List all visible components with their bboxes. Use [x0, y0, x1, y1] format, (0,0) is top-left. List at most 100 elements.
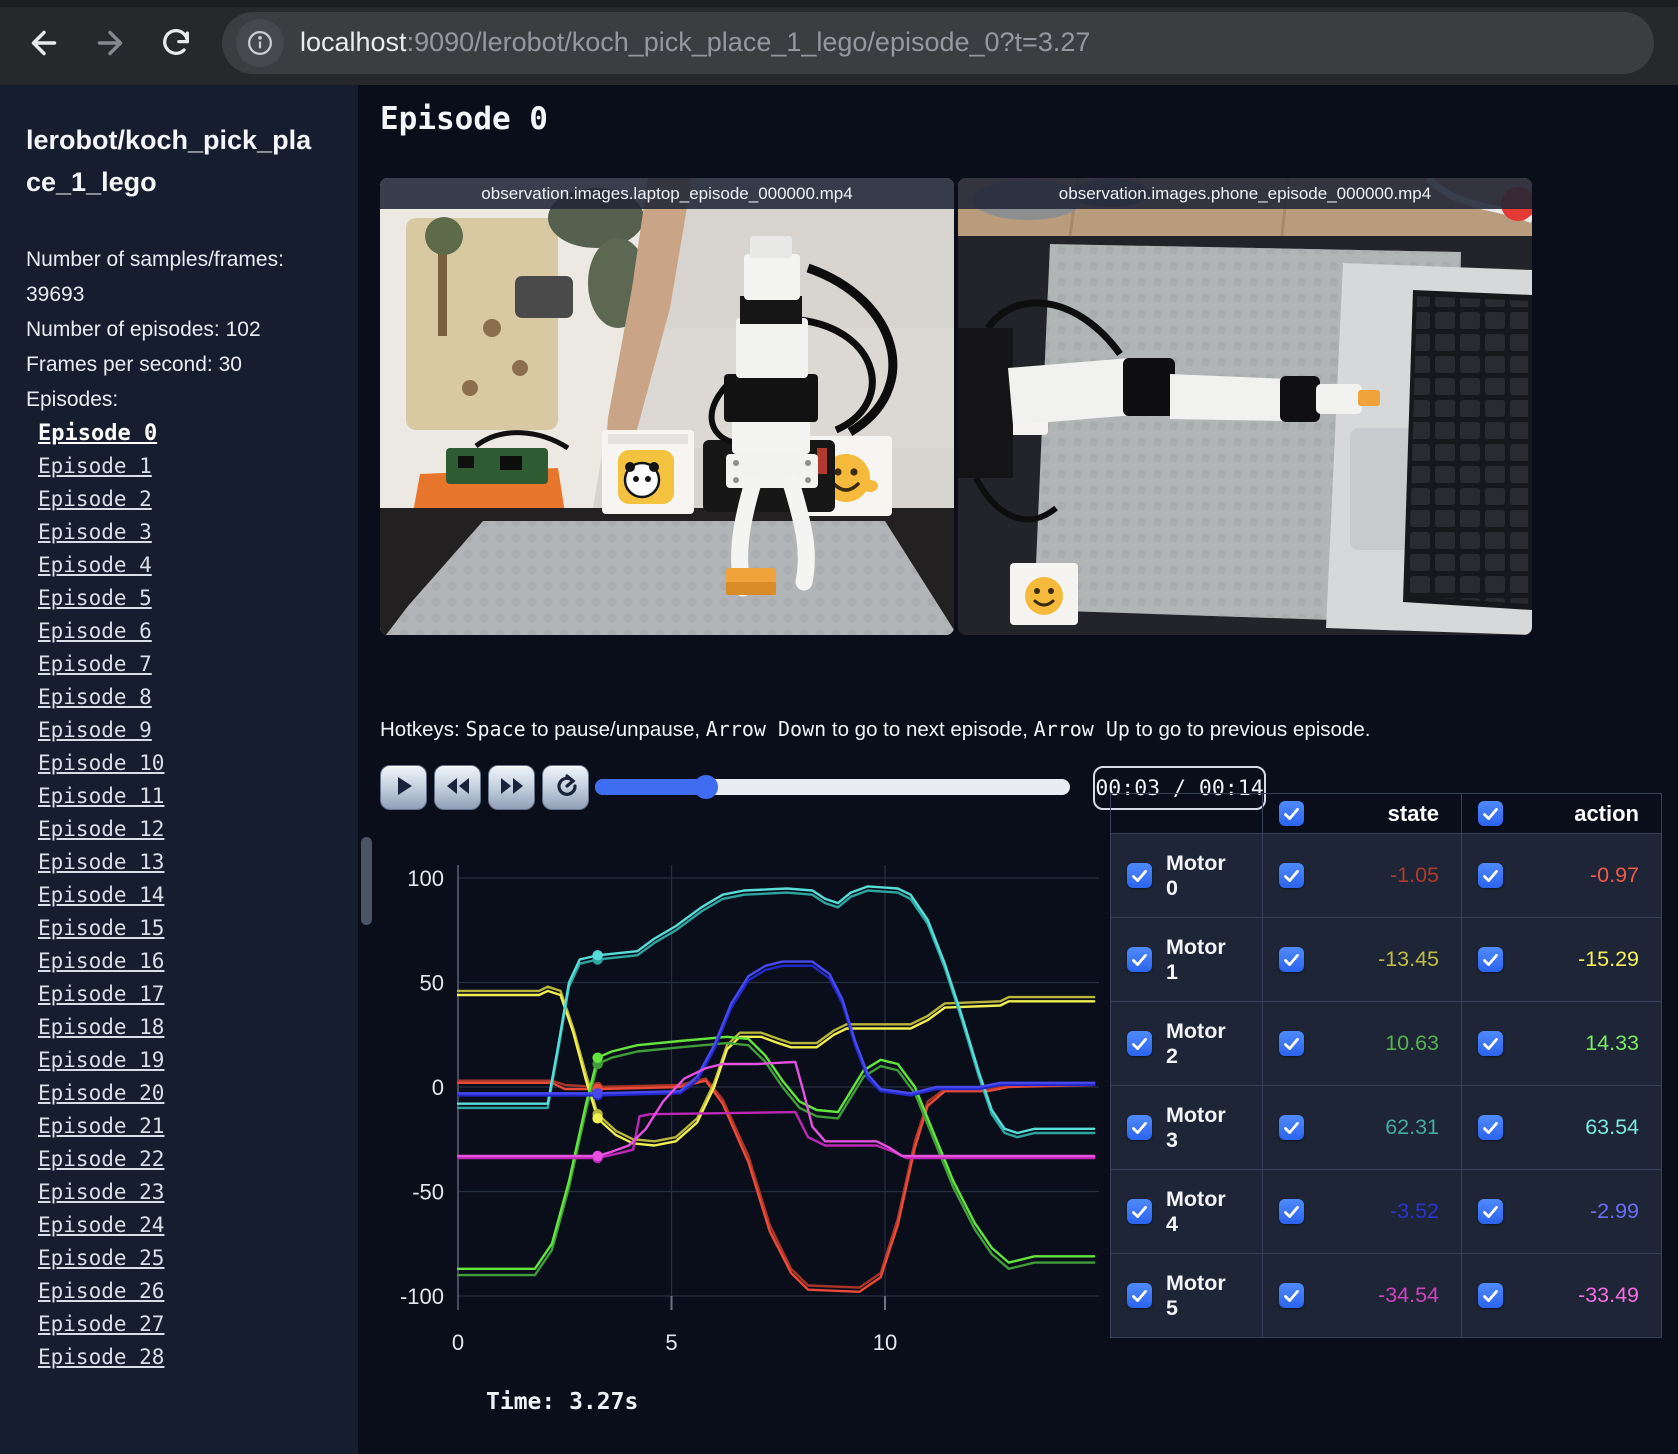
sidebar-episode-link[interactable]: Episode 20	[38, 1081, 164, 1105]
fast-forward-icon	[499, 776, 525, 799]
motor-state-cell: 10.63	[1263, 1002, 1462, 1086]
episode-list-item: Episode 9	[38, 718, 358, 751]
sidebar-episode-link[interactable]: Episode 0	[38, 421, 157, 446]
episode-list-item: Episode 17	[38, 982, 358, 1015]
sidebar-episode-link[interactable]: Episode 14	[38, 883, 164, 907]
loop-icon	[554, 774, 578, 801]
motor-label: Motor 4	[1166, 1186, 1226, 1236]
sidebar-episode-link[interactable]: Episode 6	[38, 619, 152, 643]
sidebar-episode-link[interactable]: Episode 22	[38, 1147, 164, 1171]
reload-icon[interactable]	[156, 23, 196, 63]
sidebar-episode-link[interactable]: Episode 17	[38, 982, 164, 1006]
sidebar-episode-link[interactable]: Episode 8	[38, 685, 152, 709]
url-host: localhost	[300, 27, 407, 57]
sidebar-episode-link[interactable]: Episode 24	[38, 1213, 164, 1237]
episode-list-item: Episode 28	[38, 1345, 358, 1378]
video-caption: observation.images.phone_episode_000000.…	[958, 178, 1532, 209]
sidebar-episode-link[interactable]: Episode 15	[38, 916, 164, 940]
motor-trajectory-chart: 100 50 0 -50 -100 0 5 10 Time: 3.27s	[400, 865, 1099, 1415]
motor-row-label-cell: Motor 2	[1111, 1002, 1263, 1086]
checkbox-icon[interactable]	[1127, 1199, 1152, 1224]
sidebar-episode-link[interactable]: Episode 27	[38, 1312, 164, 1336]
hotkey-arrow-down: Arrow Down	[705, 717, 827, 741]
episode-list-item: Episode 21	[38, 1114, 358, 1147]
sidebar-episode-link[interactable]: Episode 18	[38, 1015, 164, 1039]
checkbox-icon[interactable]	[1127, 1031, 1152, 1056]
sidebar-episode-link[interactable]: Episode 4	[38, 553, 152, 577]
fast-forward-button[interactable]	[488, 765, 535, 810]
sidebar-episode-link[interactable]: Episode 11	[38, 784, 164, 808]
video-laptop-camera[interactable]: observation.images.laptop_episode_000000…	[380, 178, 954, 635]
sidebar-episode-link[interactable]: Episode 10	[38, 751, 164, 775]
sidebar-episode-link[interactable]: Episode 2	[38, 487, 152, 511]
sidebar-episode-link[interactable]: Episode 3	[38, 520, 152, 544]
sidebar-episode-link[interactable]: Episode 25	[38, 1246, 164, 1270]
checkbox-icon[interactable]	[1478, 1199, 1503, 1224]
stat-samples: Number of samples/frames: 39693	[26, 247, 284, 306]
sidebar-episode-link[interactable]: Episode 7	[38, 652, 152, 676]
play-button[interactable]	[380, 765, 427, 810]
checkbox-icon[interactable]	[1279, 1199, 1304, 1224]
checkbox-icon[interactable]	[1127, 1283, 1152, 1308]
forward-icon[interactable]	[90, 23, 130, 63]
checkbox-icon[interactable]	[1279, 863, 1304, 888]
checkbox-icon[interactable]	[1279, 1031, 1304, 1056]
column-label: state	[1387, 800, 1439, 826]
sidebar-episode-link[interactable]: Episode 28	[38, 1345, 164, 1369]
checkbox-icon[interactable]	[1127, 863, 1152, 888]
svg-text:10: 10	[873, 1330, 897, 1355]
seek-thumb[interactable]	[694, 775, 719, 799]
episode-list-item: Episode 23	[38, 1180, 358, 1213]
url-bar[interactable]: localhost:9090/lerobot/koch_pick_place_1…	[222, 11, 1654, 74]
loop-button[interactable]	[542, 765, 589, 810]
svg-text:0: 0	[432, 1075, 444, 1100]
stat-episodes: Number of episodes: 102	[26, 317, 261, 341]
checkbox-icon[interactable]	[1478, 863, 1503, 888]
motor-action-cell: -33.49	[1462, 1254, 1662, 1338]
action-value: 14.33	[1585, 1031, 1639, 1055]
dataset-title: lerobot/koch_pick_place_1_lego	[26, 125, 312, 197]
episode-list-item: Episode 25	[38, 1246, 358, 1279]
sidebar-episode-link[interactable]: Episode 12	[38, 817, 164, 841]
back-icon[interactable]	[24, 23, 64, 63]
checkbox-icon[interactable]	[1478, 1031, 1503, 1056]
sidebar-episode-link[interactable]: Episode 13	[38, 850, 164, 874]
checkbox-icon[interactable]	[1279, 1283, 1304, 1308]
checkbox-icon[interactable]	[1127, 947, 1152, 972]
episode-list-item: Episode 20	[38, 1081, 358, 1114]
checkbox-icon[interactable]	[1478, 801, 1503, 826]
video-phone-camera[interactable]: observation.images.phone_episode_000000.…	[958, 178, 1532, 635]
sidebar-episode-link[interactable]: Episode 16	[38, 949, 164, 973]
sidebar-episode-link[interactable]: Episode 23	[38, 1180, 164, 1204]
episodes-label: Episodes:	[26, 387, 119, 411]
seek-slider[interactable]	[595, 775, 1070, 799]
sidebar-episode-link[interactable]: Episode 19	[38, 1048, 164, 1072]
checkbox-icon[interactable]	[1279, 947, 1304, 972]
sidebar-episode-link[interactable]: Episode 5	[38, 586, 152, 610]
state-value: -13.45	[1378, 947, 1439, 971]
motor-row-label-cell: Motor 1	[1111, 918, 1263, 1002]
rewind-button[interactable]	[434, 765, 481, 810]
sidebar-episode-link[interactable]: Episode 1	[38, 454, 152, 478]
episode-list-item: Episode 8	[38, 685, 358, 718]
episode-list-item: Episode 0	[38, 421, 358, 454]
table-header-action: action	[1462, 794, 1662, 834]
sidebar-episode-link[interactable]: Episode 26	[38, 1279, 164, 1303]
checkbox-icon[interactable]	[1279, 1115, 1304, 1140]
checkbox-icon[interactable]	[1478, 1115, 1503, 1140]
checkbox-icon[interactable]	[1478, 1283, 1503, 1308]
checkbox-icon[interactable]	[1279, 801, 1304, 826]
browser-chrome: localhost:9090/lerobot/koch_pick_place_1…	[0, 0, 1678, 85]
checkbox-icon[interactable]	[1127, 1115, 1152, 1140]
page-title: Episode 0	[380, 101, 548, 137]
episode-list-item: Episode 14	[38, 883, 358, 916]
table-header-empty	[1111, 794, 1263, 834]
play-icon	[393, 775, 415, 800]
sidebar-episode-link[interactable]: Episode 9	[38, 718, 152, 742]
motor-row-label-cell: Motor 4	[1111, 1170, 1263, 1254]
motor-label: Motor 1	[1166, 934, 1226, 984]
info-icon[interactable]	[236, 18, 284, 67]
episode-list-item: Episode 11	[38, 784, 358, 817]
sidebar-episode-link[interactable]: Episode 21	[38, 1114, 164, 1138]
checkbox-icon[interactable]	[1478, 947, 1503, 972]
